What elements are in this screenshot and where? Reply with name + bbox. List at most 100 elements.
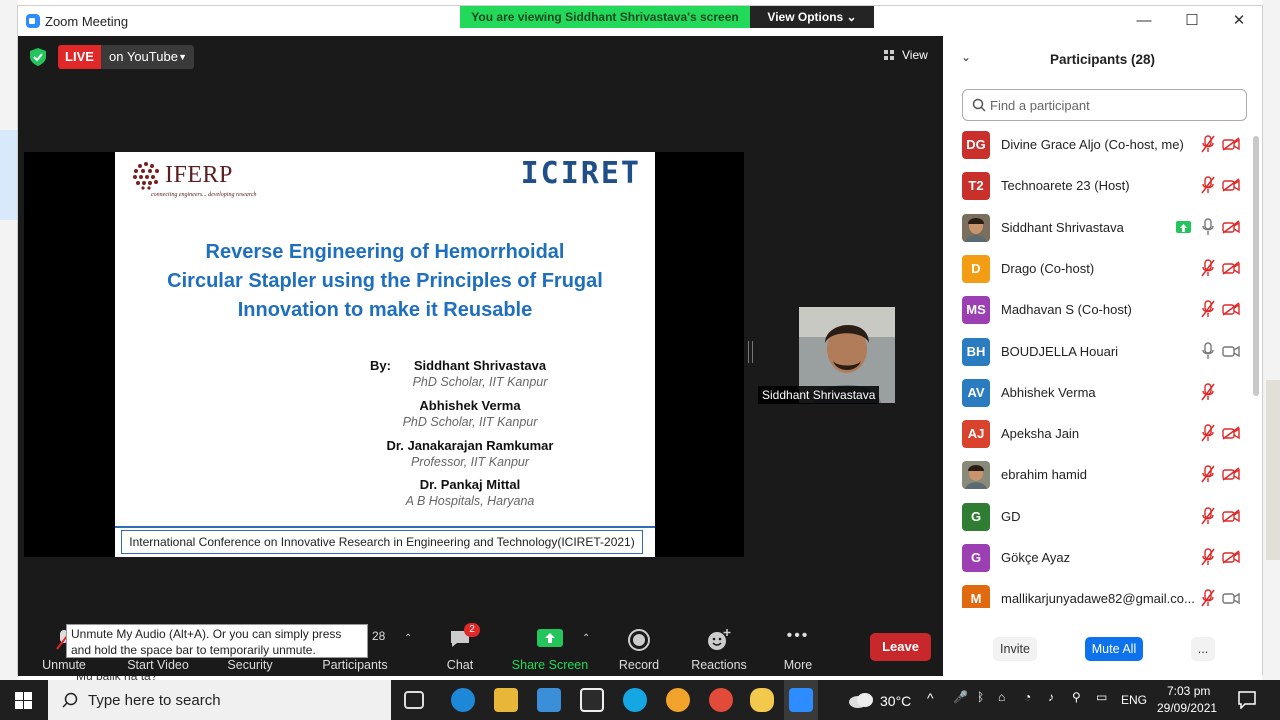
invite-button[interactable]: Invite xyxy=(993,637,1037,661)
participant-avatar: AV xyxy=(962,378,990,407)
edge-browser-icon[interactable] xyxy=(451,688,475,712)
participant-row[interactable]: AJ Apeksha Jain xyxy=(943,413,1262,454)
chat-button[interactable]: 2 Chat xyxy=(440,619,480,676)
mute-all-button[interactable]: Mute All xyxy=(1085,637,1143,661)
slide-title: Reverse Engineering of Hemorrhoidal Circ… xyxy=(135,238,635,325)
participant-row[interactable]: T2 Technoarete 23 (Host) xyxy=(943,165,1262,206)
find-participant-input[interactable]: Find a participant xyxy=(962,89,1247,121)
volume-icon[interactable]: ♪ xyxy=(1048,690,1054,704)
participant-row[interactable]: Siddhant Shrivastava xyxy=(943,207,1262,248)
participant-name: Gökçe Ayaz xyxy=(1001,550,1071,565)
shield-check-icon[interactable] xyxy=(30,48,46,66)
close-button[interactable]: ✕ xyxy=(1219,10,1259,32)
minimize-button[interactable]: — xyxy=(1124,10,1164,32)
participant-row[interactable]: AV Abhishek Verma xyxy=(943,372,1262,413)
dropbox-icon[interactable] xyxy=(580,688,604,712)
record-label: Record xyxy=(618,658,660,672)
live-badge[interactable]: LIVE xyxy=(58,45,101,69)
maximize-button[interactable]: ☐ xyxy=(1172,10,1212,32)
camera-off-icon[interactable] xyxy=(1222,137,1240,151)
clock-date[interactable]: 29/09/2021 xyxy=(1157,701,1217,715)
participant-row[interactable]: DG Divine Grace Aljo (Co-host, me) xyxy=(943,124,1262,165)
battery-icon[interactable]: ▭ xyxy=(1096,690,1107,704)
participant-avatar: M xyxy=(962,585,990,608)
iferp-dots-icon xyxy=(133,162,159,190)
leave-button[interactable]: Leave xyxy=(870,633,931,661)
camera-icon[interactable] xyxy=(1222,344,1240,358)
network-icon[interactable]: ⌂ xyxy=(998,690,1005,704)
more-button[interactable]: ••• More xyxy=(778,619,818,676)
mic-icon[interactable] xyxy=(1201,341,1215,360)
mic-muted-icon[interactable] xyxy=(1201,424,1215,442)
record-button[interactable]: Record xyxy=(614,619,664,676)
participants-caret-up-icon[interactable]: ⌃ xyxy=(404,633,412,644)
usb-icon[interactable]: ⚲ xyxy=(1072,690,1081,704)
chrome-icon[interactable] xyxy=(709,688,733,712)
taskbar-search-box[interactable]: Type here to search xyxy=(48,680,391,720)
participant-row[interactable]: ebrahim hamid xyxy=(943,454,1262,495)
clock-time[interactable]: 7:03 pm xyxy=(1167,684,1210,698)
photos-app-icon[interactable] xyxy=(750,688,774,712)
tray-chevron-icon[interactable]: ^ xyxy=(927,690,934,706)
mail-icon[interactable] xyxy=(537,688,561,712)
participant-row[interactable]: G GD xyxy=(943,496,1262,537)
participants-title: Participants (28) xyxy=(1049,52,1156,67)
mic-muted-icon[interactable] xyxy=(1201,506,1215,525)
mic-muted-icon[interactable] xyxy=(1201,259,1215,277)
zoom-app-icon[interactable] xyxy=(789,688,813,712)
mic-icon[interactable] xyxy=(1201,217,1215,236)
camera-off-icon[interactable] xyxy=(1222,467,1240,481)
camera-off-icon[interactable] xyxy=(1222,509,1240,523)
author-affiliation: A B Hospitals, Haryana xyxy=(405,494,535,508)
task-view-icon[interactable] xyxy=(404,691,424,709)
share-caret-up-icon[interactable]: ⌃ xyxy=(582,633,590,644)
browser-app-icon[interactable] xyxy=(666,688,690,712)
skype-icon[interactable] xyxy=(623,688,647,712)
iferp-logo: IFERP connecting engineers... developing… xyxy=(131,158,257,198)
microphone-tray-icon[interactable]: 🎤 xyxy=(953,690,968,704)
view-button[interactable]: View xyxy=(880,44,936,66)
camera-off-icon[interactable] xyxy=(1222,261,1240,275)
input-language[interactable]: ENG xyxy=(1121,693,1147,707)
zoom-window: Zoom Meeting You are viewing Siddhant Sh… xyxy=(17,5,1263,676)
camera-off-icon[interactable] xyxy=(1222,426,1240,440)
mic-muted-icon[interactable] xyxy=(1201,300,1215,318)
live-stream-dropdown[interactable]: on YouTube ▼ xyxy=(101,45,194,69)
camera-off-icon[interactable] xyxy=(1222,178,1240,192)
participant-row[interactable]: G Gökçe Ayaz xyxy=(943,537,1262,578)
camera-off-icon[interactable] xyxy=(1222,219,1240,234)
participant-name: ebrahim hamid xyxy=(1001,467,1087,483)
camera-off-icon[interactable] xyxy=(1222,550,1240,564)
camera-icon[interactable] xyxy=(1222,591,1240,605)
mic-muted-icon[interactable] xyxy=(1201,176,1215,194)
participant-row[interactable]: BH BOUDJELLA Houari xyxy=(943,331,1262,372)
screen-sharing-icon xyxy=(1176,220,1191,233)
notifications-icon[interactable] xyxy=(1238,691,1256,709)
wifi-icon[interactable]: ◔ xyxy=(1024,690,1031,704)
windows-start-icon[interactable] xyxy=(15,692,32,709)
author-3: Dr. Janakarajan Ramkumar Professor, IIT … xyxy=(350,438,590,469)
reactions-button[interactable]: Reactions xyxy=(688,619,750,676)
iciret-logo: ICIRET xyxy=(520,156,641,191)
mic-muted-icon[interactable] xyxy=(1201,548,1215,566)
participant-row[interactable]: D Drago (Co-host) xyxy=(943,248,1262,289)
mic-muted-icon[interactable] xyxy=(1201,383,1215,401)
more-options-button[interactable]: ... xyxy=(1191,637,1215,661)
mic-muted-icon[interactable] xyxy=(1201,589,1215,607)
camera-off-icon[interactable] xyxy=(1222,302,1240,316)
author-2: Abhishek Verma PhD Scholar, IIT Kanpur xyxy=(350,398,590,429)
participant-row[interactable]: Mmallikarjunyadawe82@gmail.co... xyxy=(943,578,1262,608)
weather-temperature[interactable]: 30°C xyxy=(880,693,911,709)
participant-row[interactable]: MS Madhavan S (Co-host) xyxy=(943,289,1262,330)
view-options-button[interactable]: View Options ⌄ xyxy=(750,6,874,28)
cloud-weather-icon xyxy=(849,693,873,708)
participant-avatar: D xyxy=(962,254,990,283)
mic-muted-icon[interactable] xyxy=(1201,135,1215,153)
splitter-handle[interactable] xyxy=(748,341,753,363)
file-explorer-icon[interactable] xyxy=(494,688,518,712)
desktop-background-right xyxy=(1262,0,1280,680)
share-screen-button[interactable]: Share Screen xyxy=(510,619,590,676)
mic-muted-icon[interactable] xyxy=(1201,465,1215,483)
participant-list-scrollbar[interactable] xyxy=(1253,136,1259,396)
bluetooth-icon[interactable]: ᛒ xyxy=(977,690,984,704)
